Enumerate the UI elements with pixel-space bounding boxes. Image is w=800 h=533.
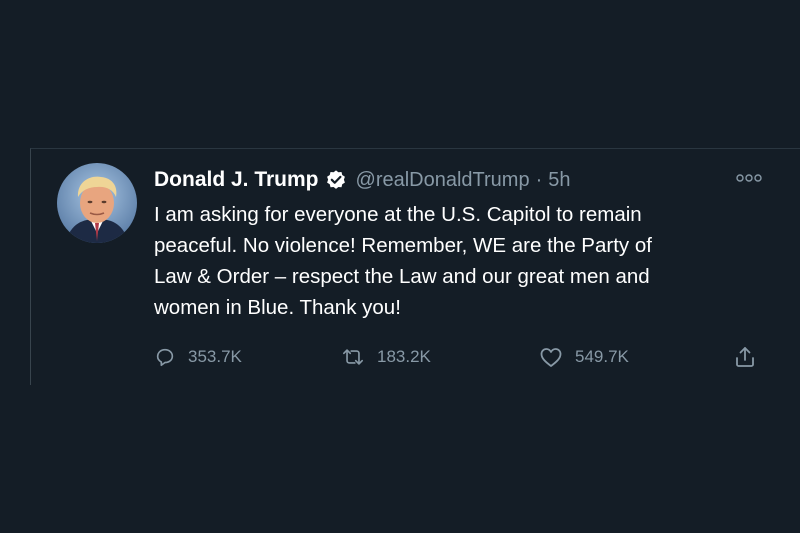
verified-badge-icon <box>325 169 347 191</box>
tweet-header: Donald J. Trump @realDonaldTrump · 5h <box>154 164 571 196</box>
separator-dot: · <box>535 168 543 191</box>
share-button[interactable] <box>733 342 769 372</box>
tweet-text-line: women in Blue. Thank you! <box>154 296 401 319</box>
tweet-text: I am asking for everyone at the U.S. Cap… <box>154 199 774 323</box>
retweet-button[interactable]: 183.2K <box>341 342 431 372</box>
author-name[interactable]: Donald J. Trump <box>154 168 319 192</box>
tweet-actions: 353.7K 183.2K 549.7K <box>154 342 774 372</box>
tweet-timestamp[interactable]: 5h <box>548 169 570 192</box>
page: Donald J. Trump @realDonaldTrump · 5h I … <box>0 0 800 533</box>
avatar[interactable] <box>57 163 137 243</box>
like-button[interactable]: 549.7K <box>539 342 629 372</box>
share-icon <box>736 347 754 367</box>
like-count: 549.7K <box>575 347 629 366</box>
more-options-icon[interactable] <box>735 171 763 183</box>
profile-photo <box>57 163 137 243</box>
author-handle[interactable]: @realDonaldTrump <box>356 169 530 192</box>
retweet-count: 183.2K <box>377 347 431 366</box>
tweet-card[interactable]: Donald J. Trump @realDonaldTrump · 5h I … <box>30 148 800 385</box>
retweet-icon <box>343 349 363 365</box>
reply-button[interactable]: 353.7K <box>154 342 242 372</box>
reply-icon <box>156 348 174 367</box>
tweet-text-line: Law & Order – respect the Law and our gr… <box>154 265 650 288</box>
tweet-text-line: I am asking for everyone at the U.S. Cap… <box>154 203 642 226</box>
reply-count: 353.7K <box>188 347 242 366</box>
tweet-text-line: peaceful. No violence! Remember, WE are … <box>154 234 652 257</box>
heart-icon <box>540 348 562 367</box>
